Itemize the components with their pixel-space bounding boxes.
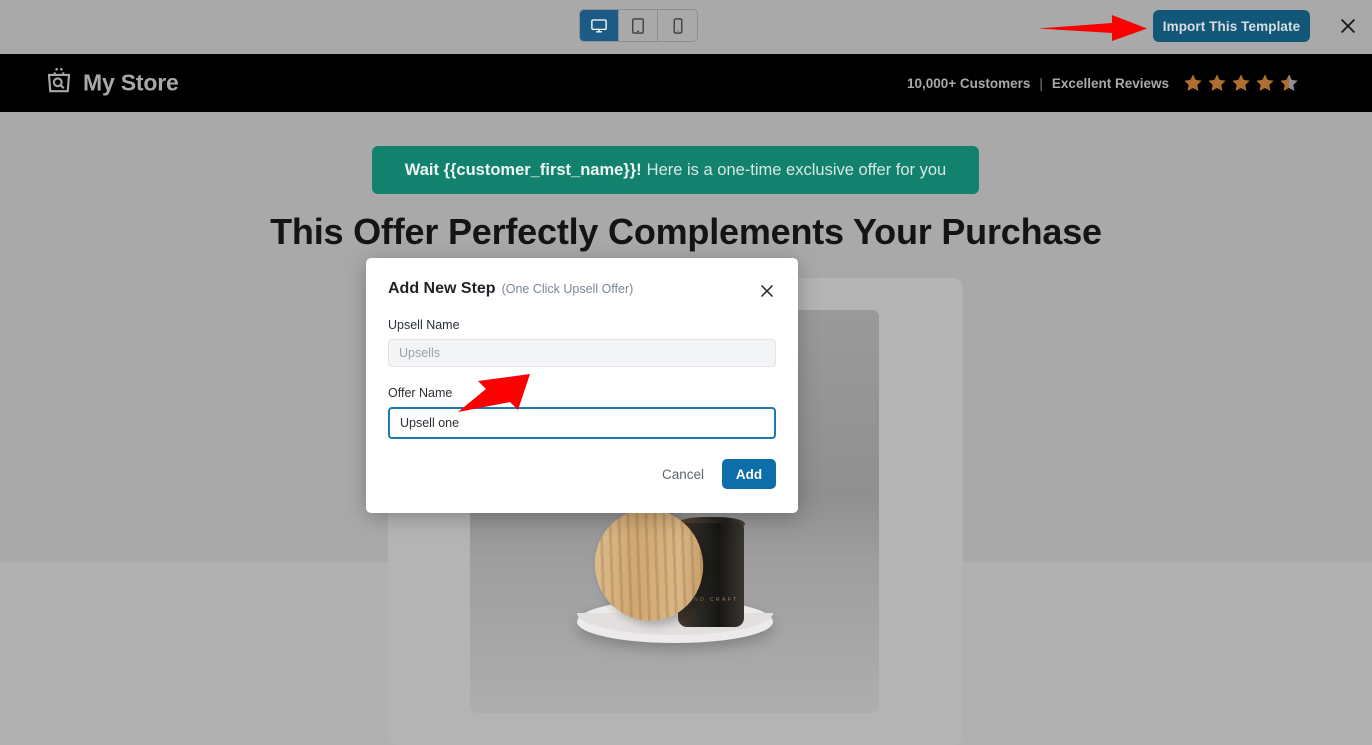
offer-heading: This Offer Perfectly Complements Your Pu… — [270, 211, 1102, 252]
offer-name-label: Offer Name — [388, 386, 453, 400]
annotation-arrow-import — [1038, 15, 1147, 41]
shopping-bag-search-icon — [44, 66, 74, 101]
upsell-name-label: Upsell Name — [388, 318, 460, 332]
add-new-step-modal: Add New Step (One Click Upsell Offer) Up… — [366, 258, 798, 513]
star-icon — [1208, 74, 1226, 91]
store-logo[interactable]: My Store — [44, 66, 179, 101]
store-logo-text: My Store — [83, 69, 179, 96]
device-tablet-button[interactable] — [619, 10, 658, 41]
offer-banner: Wait {{customer_first_name}}! Here is a … — [372, 146, 979, 194]
add-button[interactable]: Add — [722, 459, 776, 489]
modal-title-row: Add New Step (One Click Upsell Offer) — [388, 280, 633, 298]
tablet-icon — [632, 17, 644, 34]
mobile-icon — [673, 17, 682, 34]
star-icon — [1232, 74, 1250, 91]
star-half-icon — [1280, 74, 1298, 91]
store-header: My Store 10,000+ Customers | Excellent R… — [0, 54, 1372, 112]
modal-actions: Cancel Add — [662, 459, 776, 489]
cancel-button[interactable]: Cancel — [662, 467, 704, 482]
close-icon — [1340, 18, 1356, 34]
customers-count: 10,000+ Customers — [906, 75, 1031, 91]
offer-banner-strong: Wait {{customer_first_name}}! — [404, 160, 642, 179]
modal-subtitle: (One Click Upsell Offer) — [501, 282, 634, 296]
import-template-button[interactable]: Import This Template — [1153, 10, 1310, 42]
trust-separator: | — [1039, 75, 1043, 91]
device-desktop-button[interactable] — [580, 10, 619, 41]
modal-close-button[interactable] — [756, 280, 778, 302]
device-switcher — [579, 9, 698, 42]
preview-toolbar: Import This Template — [0, 0, 1372, 54]
close-icon — [760, 284, 774, 298]
modal-title: Add New Step — [388, 280, 496, 297]
store-trust-bar: 10,000+ Customers | Excellent Reviews — [907, 72, 1300, 94]
monitor-icon — [591, 18, 607, 32]
device-mobile-button[interactable] — [658, 10, 697, 41]
rating-stars — [1182, 72, 1300, 94]
offer-banner-text: Here is a one-time exclusive offer for y… — [646, 160, 947, 179]
offer-name-input[interactable] — [388, 407, 776, 439]
upsell-name-input[interactable] — [388, 339, 776, 367]
star-icon — [1256, 74, 1274, 91]
reviews-text: Excellent Reviews — [1051, 75, 1169, 91]
close-preview-button[interactable] — [1334, 12, 1362, 40]
star-icon — [1184, 74, 1202, 91]
